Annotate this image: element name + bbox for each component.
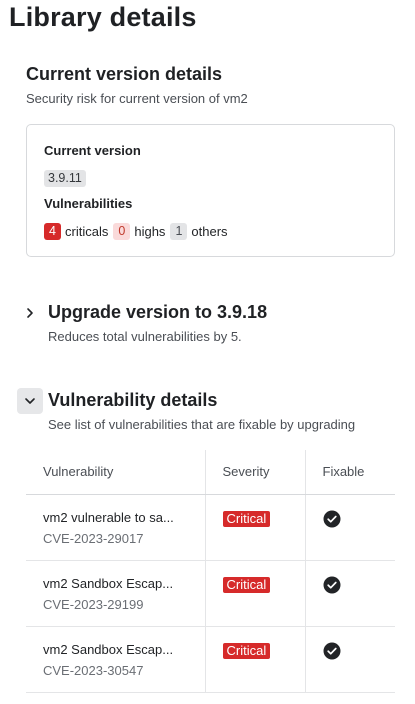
vulnerability-cell: vm2 Sandbox Escap... CVE-2023-29199	[26, 560, 205, 627]
vulnerability-section-title[interactable]: Vulnerability details	[48, 390, 217, 411]
critical-count-badge: 4	[44, 222, 61, 240]
severity-cell: Critical	[204, 626, 305, 693]
chevron-down-icon	[25, 398, 35, 404]
vulnerability-section-toggle[interactable]	[17, 388, 43, 414]
vulnerability-table: Vulnerability Severity Fixable vm2 vulne…	[26, 450, 395, 693]
vulnerability-name: vm2 vulnerable to sa...	[43, 509, 174, 525]
upgrade-section-subtitle: Reduces total vulnerabilities by 5.	[48, 329, 242, 344]
chevron-right-icon	[27, 308, 33, 318]
critical-count-label: criticals	[65, 223, 109, 239]
current-version-title: Current version details	[26, 64, 223, 84]
version-chip: 3.9.11	[44, 170, 86, 187]
cve-id: CVE-2023-29017	[43, 530, 144, 546]
other-count-label: others	[191, 223, 228, 239]
fixable-cell	[304, 560, 395, 627]
column-header-fixable: Fixable	[304, 450, 395, 495]
severity-cell: Critical	[204, 494, 305, 561]
severity-badge: Critical	[222, 576, 271, 593]
page-title: Library details	[9, 2, 197, 32]
upgrade-section-title[interactable]: Upgrade version to 3.9.18	[48, 302, 267, 323]
severity-cell: Critical	[204, 560, 305, 627]
current-version-label: Current version	[44, 143, 141, 158]
table-header-row: Vulnerability Severity Fixable	[26, 450, 395, 495]
vulnerability-cell: vm2 vulnerable to sa... CVE-2023-29017	[26, 494, 205, 561]
column-header-vulnerability: Vulnerability	[26, 450, 205, 495]
vulnerability-counts: 4 criticals 0 highs 1 others	[44, 222, 233, 240]
high-count-label: highs	[134, 223, 166, 239]
check-circle-icon	[323, 576, 340, 593]
table-row[interactable]: vm2 vulnerable to sa... CVE-2023-29017 C…	[26, 494, 395, 561]
vulnerability-name: vm2 Sandbox Escap...	[43, 641, 174, 657]
high-count-badge: 0	[113, 222, 131, 240]
current-version-subtitle: Security risk for current version of vm2	[26, 91, 248, 106]
check-circle-icon	[323, 510, 340, 527]
severity-badge: Critical	[222, 642, 271, 659]
fixable-cell	[304, 626, 395, 693]
table-row[interactable]: vm2 Sandbox Escap... CVE-2023-29199 Crit…	[26, 560, 395, 627]
upgrade-section-toggle[interactable]	[17, 300, 43, 326]
current-version-card: Current version 3.9.11 Vulnerabilities 4…	[26, 124, 395, 257]
vulnerability-name: vm2 Sandbox Escap...	[43, 575, 174, 591]
fixable-cell	[304, 494, 395, 561]
severity-badge: Critical	[222, 510, 271, 527]
cve-id: CVE-2023-29199	[43, 596, 144, 612]
vulnerability-cell: vm2 Sandbox Escap... CVE-2023-30547	[26, 626, 205, 693]
cve-id: CVE-2023-30547	[43, 662, 144, 678]
vulnerabilities-label: Vulnerabilities	[44, 196, 133, 211]
column-header-severity: Severity	[204, 450, 305, 495]
vulnerability-section-subtitle: See list of vulnerabilities that are fix…	[48, 417, 356, 432]
check-circle-icon	[323, 642, 340, 659]
table-row[interactable]: vm2 Sandbox Escap... CVE-2023-30547 Crit…	[26, 626, 395, 693]
other-count-badge: 1	[170, 222, 188, 240]
